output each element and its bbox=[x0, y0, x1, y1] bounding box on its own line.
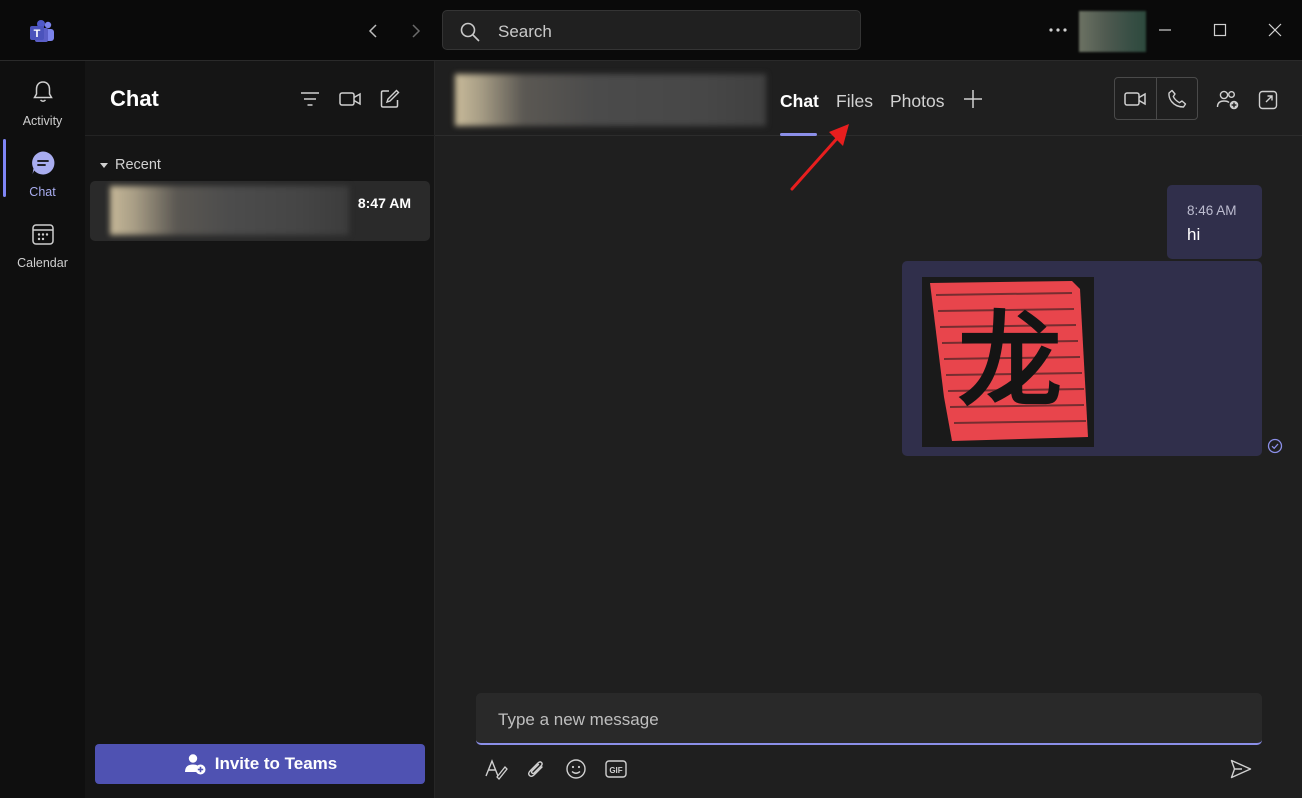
recent-section-header[interactable]: Recent bbox=[100, 157, 161, 173]
profile-avatar[interactable] bbox=[1079, 11, 1146, 52]
forward-arrow-icon[interactable] bbox=[401, 17, 429, 45]
send-icon[interactable] bbox=[1227, 755, 1255, 783]
chat-list-item[interactable]: 8:47 AM bbox=[90, 181, 430, 241]
gif-icon[interactable]: GIF bbox=[602, 755, 630, 783]
svg-text:GIF: GIF bbox=[609, 766, 622, 775]
redacted-contact-header bbox=[455, 74, 766, 126]
chat-list-title: Chat bbox=[110, 86, 159, 111]
bell-icon bbox=[29, 78, 57, 106]
image-message-bubble[interactable]: 龙 bbox=[902, 261, 1262, 456]
tab-files[interactable]: Files bbox=[836, 91, 873, 112]
rail-item-label: Activity bbox=[22, 114, 63, 128]
conversation-pane: Chat Files Photos 8:46 AM hi 龙 Type a ne… bbox=[435, 61, 1302, 798]
emoji-icon[interactable] bbox=[562, 755, 590, 783]
rail-item-calendar[interactable]: Calendar bbox=[0, 211, 85, 273]
rail-item-label: Calendar bbox=[17, 256, 68, 270]
compose-message-input[interactable]: Type a new message bbox=[476, 693, 1262, 745]
chat-list-panel: Chat Recent 8:47 AM Invite to Teams bbox=[85, 61, 435, 798]
chat-icon bbox=[29, 149, 57, 177]
invite-to-teams-button[interactable]: Invite to Teams bbox=[95, 744, 425, 784]
close-icon[interactable] bbox=[1261, 16, 1289, 44]
chat-list-divider bbox=[85, 135, 435, 136]
rail-item-label: Chat bbox=[29, 185, 56, 199]
app-rail: Activity Chat Calendar bbox=[0, 61, 85, 798]
add-person-icon bbox=[183, 752, 207, 776]
calendar-icon bbox=[29, 220, 57, 248]
audio-call-icon[interactable] bbox=[1156, 78, 1197, 119]
invite-button-label: Invite to Teams bbox=[214, 754, 338, 773]
pop-out-icon[interactable] bbox=[1254, 86, 1282, 114]
call-button-group bbox=[1114, 77, 1198, 120]
message-time: 8:46 AM bbox=[1187, 203, 1237, 218]
tab-photos[interactable]: Photos bbox=[890, 91, 944, 112]
title-bar: T Search bbox=[0, 0, 1302, 61]
message-bubble[interactable]: 8:46 AM hi bbox=[1167, 185, 1262, 259]
dragon-stamp-image[interactable]: 龙 bbox=[922, 277, 1094, 447]
dragon-glyph: 龙 bbox=[958, 300, 1062, 422]
search-input[interactable]: Search bbox=[442, 10, 861, 50]
add-tab-icon[interactable] bbox=[961, 87, 985, 111]
search-icon bbox=[459, 21, 481, 43]
new-chat-icon[interactable] bbox=[376, 85, 404, 113]
meet-now-video-icon[interactable] bbox=[336, 85, 364, 113]
conversation-header: Chat Files Photos bbox=[435, 61, 1302, 136]
search-placeholder: Search bbox=[498, 22, 552, 41]
video-call-icon[interactable] bbox=[1115, 78, 1156, 119]
read-receipt-icon bbox=[1267, 438, 1283, 454]
back-arrow-icon[interactable] bbox=[360, 17, 388, 45]
maximize-icon[interactable] bbox=[1206, 16, 1234, 44]
tab-chat[interactable]: Chat bbox=[780, 91, 819, 112]
format-text-icon[interactable] bbox=[482, 755, 510, 783]
recent-section-label: Recent bbox=[115, 157, 161, 173]
rail-item-activity[interactable]: Activity bbox=[0, 69, 85, 131]
more-options-icon[interactable] bbox=[1044, 16, 1072, 44]
teams-logo-icon: T bbox=[27, 17, 57, 47]
add-people-icon[interactable] bbox=[1214, 86, 1242, 114]
compose-placeholder: Type a new message bbox=[498, 710, 659, 729]
rail-item-chat[interactable]: Chat bbox=[0, 140, 85, 202]
annotation-arrow bbox=[785, 118, 855, 193]
caret-down-icon bbox=[100, 162, 108, 168]
message-text: hi bbox=[1187, 225, 1201, 244]
minimize-icon[interactable] bbox=[1151, 16, 1179, 44]
redacted-contact bbox=[110, 186, 349, 235]
filter-icon[interactable] bbox=[296, 85, 324, 113]
svg-text:T: T bbox=[34, 28, 41, 40]
chat-item-time: 8:47 AM bbox=[357, 195, 411, 211]
attach-file-icon[interactable] bbox=[522, 755, 550, 783]
